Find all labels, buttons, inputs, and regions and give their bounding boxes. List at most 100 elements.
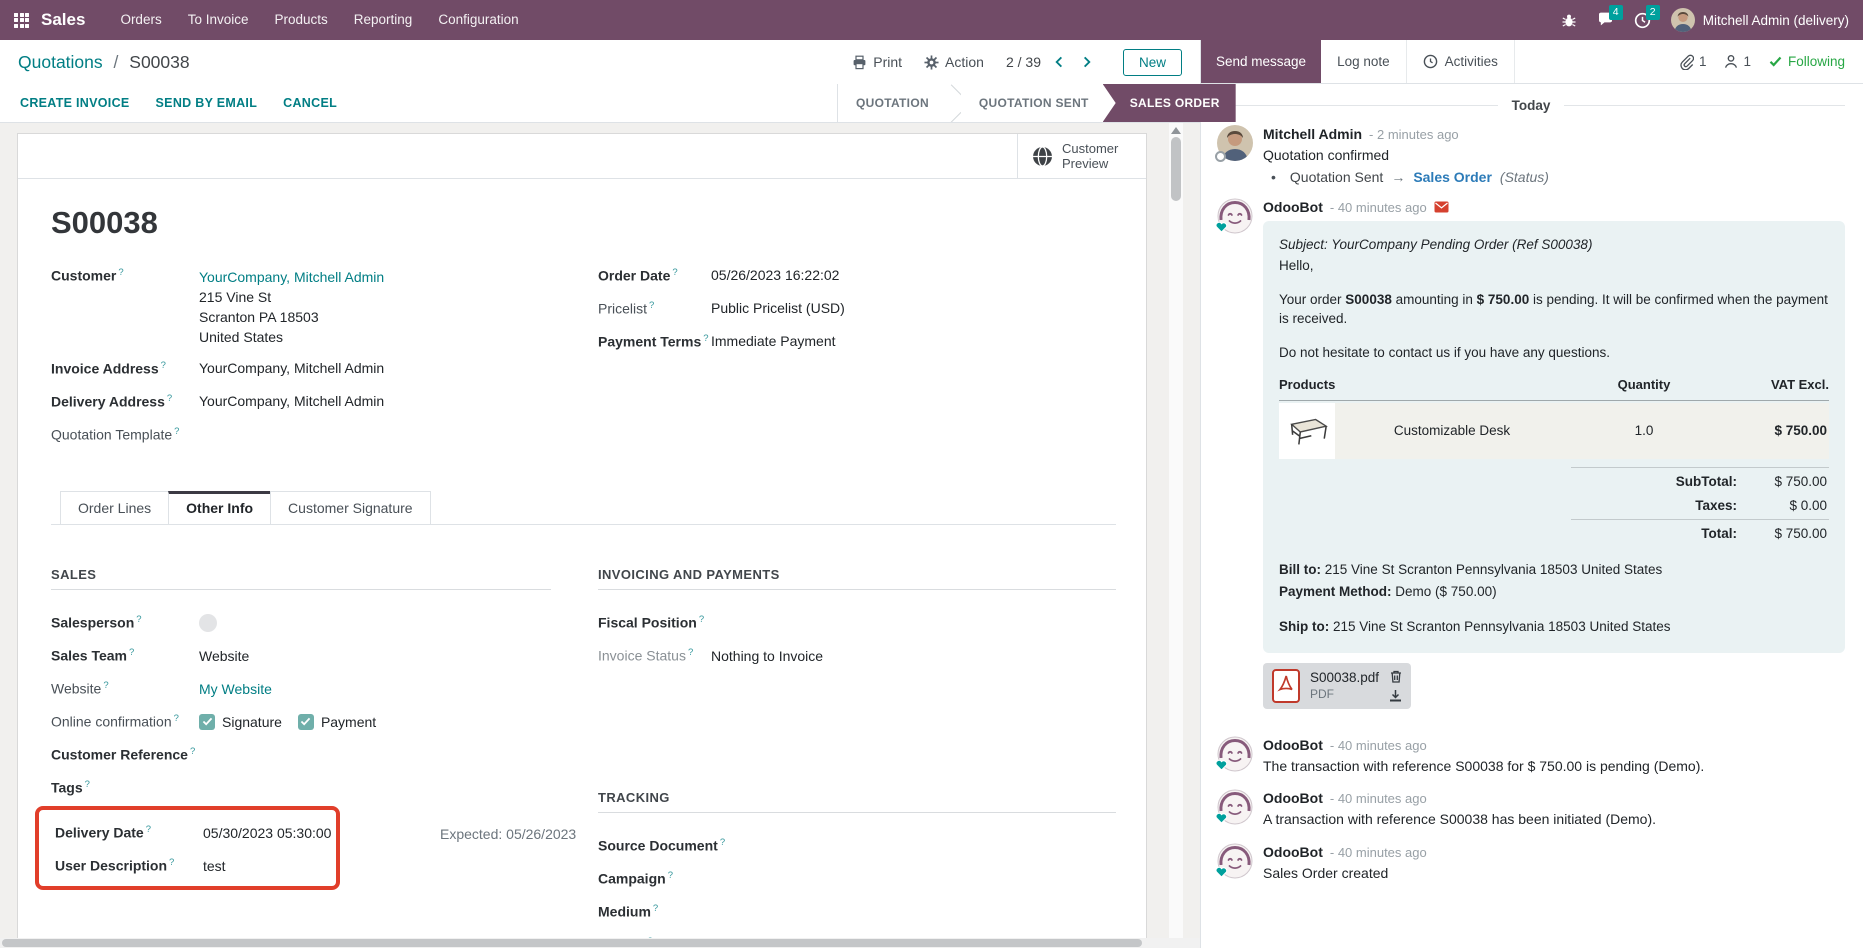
messages-badge: 4 xyxy=(1608,5,1623,20)
attachment-filename[interactable]: S00038.pdf xyxy=(1310,669,1379,686)
header-right-column: Order Date? 05/26/2023 16:22:02 Pricelis… xyxy=(598,267,1116,459)
send-message-button[interactable]: Send message xyxy=(1201,40,1322,83)
delivery-date-value[interactable]: 05/30/2023 05:30:00 xyxy=(203,825,331,841)
user-menu[interactable]: Mitchell Admin (delivery) xyxy=(1670,8,1849,32)
message-author[interactable]: OdooBot xyxy=(1263,736,1323,755)
status-quotation-sent[interactable]: QUOTATION SENT xyxy=(961,84,1107,122)
printer-icon xyxy=(853,55,866,69)
tab-other-info[interactable]: Other Info xyxy=(168,491,272,524)
apps-grid-icon[interactable] xyxy=(14,12,29,28)
customer-link[interactable]: YourCompany, Mitchell Admin xyxy=(199,267,384,287)
pager-next-icon[interactable] xyxy=(1078,53,1095,71)
followers-counter[interactable]: 1 xyxy=(1724,54,1751,69)
log-note-button[interactable]: Log note xyxy=(1321,40,1407,83)
app-name[interactable]: Sales xyxy=(41,10,85,30)
odoobot-avatar[interactable] xyxy=(1215,198,1253,234)
tracking-new-value[interactable]: Sales Order xyxy=(1413,169,1492,185)
attachment-card[interactable]: S00038.pdf PDF xyxy=(1263,662,1412,709)
odoobot-avatar[interactable] xyxy=(1215,736,1253,774)
delivery-address-value[interactable]: YourCompany, Mitchell Admin xyxy=(199,393,384,413)
odoo-app: Sales Orders To Invoice Products Reporti… xyxy=(0,0,1863,948)
activities-button[interactable]: Activities xyxy=(1407,40,1515,83)
envelope-icon xyxy=(1434,201,1449,213)
send-by-email-button[interactable]: SEND BY EMAIL xyxy=(156,96,258,110)
nav-item-configuration[interactable]: Configuration xyxy=(425,0,531,40)
invoice-address-value[interactable]: YourCompany, Mitchell Admin xyxy=(199,360,384,380)
sales-team-value[interactable]: Website xyxy=(199,648,249,664)
new-button[interactable]: New xyxy=(1122,48,1182,76)
help-icon: ? xyxy=(84,779,90,791)
sheet-button-box: Customer Preview xyxy=(18,134,1146,179)
help-icon: ? xyxy=(166,393,173,404)
status-quotation[interactable]: QUOTATION xyxy=(838,84,947,122)
pager-previous-icon[interactable] xyxy=(1051,53,1068,71)
help-icon: ? xyxy=(169,857,175,869)
horizontal-scrollbar-thumb[interactable] xyxy=(2,939,1142,947)
cancel-button[interactable]: CANCEL xyxy=(283,96,337,110)
notebook-tabs: Order Lines Other Info Customer Signatur… xyxy=(51,491,1116,525)
following-button[interactable]: Following xyxy=(1769,54,1845,69)
message-author[interactable]: OdooBot xyxy=(1263,843,1323,862)
message-author[interactable]: OdooBot xyxy=(1263,789,1323,808)
form-sheet: Customer Preview S00038 Customer? YourCo… xyxy=(17,133,1147,938)
signature-checkbox[interactable] xyxy=(199,713,215,730)
status-separator xyxy=(947,84,961,122)
breadcrumb-quotations[interactable]: Quotations xyxy=(18,52,103,72)
attachments-counter[interactable]: 1 xyxy=(1679,54,1706,70)
payment-terms-value[interactable]: Immediate Payment xyxy=(711,333,836,353)
activities-clock-icon[interactable]: 2 xyxy=(1634,4,1660,29)
trash-icon[interactable] xyxy=(1390,670,1402,683)
nav-item-products[interactable]: Products xyxy=(262,0,341,40)
customer-street: 215 Vine St xyxy=(199,289,272,305)
nav-item-reporting[interactable]: Reporting xyxy=(341,0,426,40)
nav-item-to-invoice[interactable]: To Invoice xyxy=(175,0,262,40)
tab-order-lines[interactable]: Order Lines xyxy=(60,491,170,524)
date-divider-label: Today xyxy=(1511,98,1551,113)
pricelist-value[interactable]: Public Pricelist (USD) xyxy=(711,300,845,320)
subtotal-label: SubTotal: xyxy=(1675,474,1737,490)
email-greeting: Hello, xyxy=(1279,258,1314,274)
status-sales-order[interactable]: SALES ORDER xyxy=(1102,84,1236,122)
tab-customer-signature[interactable]: Customer Signature xyxy=(270,491,431,524)
messages-icon[interactable]: 4 xyxy=(1597,5,1623,28)
message-content: OdooBot - 40 minutes ago A transaction w… xyxy=(1263,789,1845,830)
salesperson-avatar[interactable] xyxy=(199,613,217,632)
control-panel-right: Print Action 2 / 39 New xyxy=(852,48,1182,76)
customer-value: YourCompany, Mitchell Admin 215 Vine St … xyxy=(199,267,384,347)
odoobot-avatar[interactable] xyxy=(1215,789,1253,825)
debug-bug-icon[interactable] xyxy=(1561,12,1577,28)
message-header: OdooBot - 40 minutes ago xyxy=(1263,789,1845,808)
odoobot-avatar[interactable] xyxy=(1215,843,1253,879)
horizontal-scrollbar[interactable] xyxy=(0,938,1200,948)
message-author[interactable]: OdooBot xyxy=(1263,198,1323,217)
vertical-scrollbar[interactable] xyxy=(1169,123,1183,938)
order-date-value[interactable]: 05/26/2023 16:22:02 xyxy=(711,267,839,287)
payment-checkbox[interactable] xyxy=(297,713,314,730)
message-body: A transaction with reference S00038 has … xyxy=(1263,811,1657,828)
scroll-up-arrow-icon[interactable] xyxy=(1171,127,1181,134)
following-label: Following xyxy=(1787,54,1845,69)
nav-item-orders[interactable]: Orders xyxy=(107,0,174,40)
customer-preview-button[interactable]: Customer Preview xyxy=(1017,134,1146,178)
action-button[interactable]: Action xyxy=(924,54,984,70)
campaign-label: Campaign? xyxy=(598,870,673,887)
top-nav: Sales Orders To Invoice Products Reporti… xyxy=(0,0,1863,40)
action-label: Action xyxy=(945,54,984,70)
website-value[interactable]: My Website xyxy=(199,681,272,697)
download-icon[interactable] xyxy=(1389,689,1402,702)
payment-terms-label: Payment Terms? xyxy=(598,333,709,350)
print-button[interactable]: Print xyxy=(852,54,902,70)
message-author[interactable]: Mitchell Admin xyxy=(1263,125,1362,144)
heart-presence-icon xyxy=(1215,758,1228,774)
user-name: Mitchell Admin (delivery) xyxy=(1702,12,1849,28)
avatar[interactable] xyxy=(1215,125,1253,162)
create-invoice-button[interactable]: CREATE INVOICE xyxy=(20,96,130,110)
field-source-document: Source Document? xyxy=(598,829,1116,862)
vertical-scrollbar-thumb[interactable] xyxy=(1171,137,1181,201)
field-website: Website? My Website xyxy=(51,672,551,705)
date-divider: Today xyxy=(1217,98,1846,113)
user-description-value[interactable]: test xyxy=(203,858,226,874)
ship-to-line: Ship to: 215 Vine St Scranton Pennsylvan… xyxy=(1279,619,1671,635)
subtotal-row: SubTotal: $ 750.00 xyxy=(1570,467,1829,494)
field-quotation-template: Quotation Template? xyxy=(51,426,551,446)
